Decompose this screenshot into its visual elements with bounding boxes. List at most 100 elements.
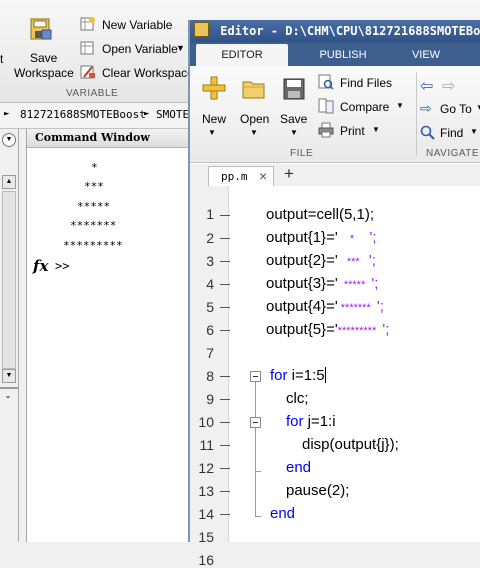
tab-editor[interactable]: EDITOR	[196, 44, 288, 66]
find-dropdown-icon[interactable]: ▼	[470, 127, 478, 136]
close-icon[interactable]: ×	[259, 168, 267, 184]
new-label: New	[202, 112, 227, 126]
breakpoint-marker[interactable]	[220, 445, 230, 446]
line-number: 3	[206, 253, 214, 269]
line-number: 10	[198, 414, 214, 430]
find-label: Find	[440, 126, 464, 140]
string-literal: ***	[337, 256, 369, 268]
breakpoint-marker[interactable]	[220, 330, 230, 331]
save-dropdown-icon[interactable]: ▼	[290, 128, 298, 137]
code-line[interactable]: output{4}=' ******* ';	[266, 298, 384, 315]
clear-workspace-icon	[80, 65, 95, 79]
tab-view[interactable]: VIEW	[396, 44, 456, 66]
tab-publish[interactable]: PUBLISH	[308, 44, 378, 66]
keyword: end	[286, 459, 312, 476]
string-literal: ';	[371, 275, 379, 292]
code-line[interactable]: output{3}=' ***** ';	[266, 275, 378, 292]
code-line[interactable]: output{1}=' * ';	[266, 229, 377, 246]
editor-window-icon	[194, 22, 209, 37]
go-to-dropdown-icon[interactable]: ▼	[476, 103, 480, 112]
code-line[interactable]: end	[270, 505, 295, 522]
command-window[interactable]: Command Window * *** ***** ******* *****…	[26, 129, 189, 542]
navigate-group-label: NAVIGATE	[426, 148, 480, 159]
print-button[interactable]: Print ▼	[318, 122, 408, 140]
clear-workspace-button[interactable]: Clear Workspace	[80, 64, 194, 82]
save-disk-icon	[283, 78, 305, 100]
print-dropdown-icon[interactable]: ▼	[372, 125, 380, 134]
add-tab-icon[interactable]: +	[284, 164, 294, 184]
breakpoint-marker[interactable]	[220, 284, 230, 285]
breadcrumb-arrow-icon[interactable]: ►	[4, 109, 9, 119]
command-window-title: Command Window	[27, 129, 189, 148]
output-line: *	[91, 161, 98, 174]
code-line[interactable]: output{2}=' *** ';	[266, 252, 376, 269]
forward-arrow-icon[interactable]: ⇨	[442, 76, 455, 96]
code-line[interactable]: pause(2);	[286, 482, 349, 499]
breakpoint-marker[interactable]	[220, 376, 230, 377]
open-dropdown-icon[interactable]: ▼	[250, 128, 258, 137]
new-button[interactable]: New ▼	[196, 74, 232, 137]
breakpoint-marker[interactable]	[220, 399, 230, 400]
command-prompt[interactable]: >>	[55, 259, 69, 273]
compare-icon	[318, 98, 334, 114]
code-line[interactable]: disp(output{j});	[302, 436, 399, 453]
breakpoint-marker[interactable]	[220, 468, 230, 469]
save-workspace-button[interactable]: Save Workspace	[12, 16, 74, 82]
magnifier-icon	[420, 125, 435, 140]
breakpoint-marker[interactable]	[220, 215, 230, 216]
find-files-button[interactable]: Find Files	[318, 74, 408, 92]
scrollbar-down-arrow[interactable]: ▼	[2, 369, 16, 383]
code-line[interactable]: clc;	[286, 390, 309, 407]
find-files-icon	[318, 74, 334, 90]
open-variable-label: Open Variable	[102, 42, 178, 56]
breakpoint-marker[interactable]	[220, 307, 230, 308]
breadcrumb-segment[interactable]: 812721688SMOTEBoost	[20, 108, 146, 121]
code-text: pause(2);	[286, 482, 350, 499]
code-fold-toggle[interactable]	[250, 417, 261, 428]
code-line[interactable]: output=cell(5,1);	[266, 206, 374, 223]
save-button[interactable]: Save ▼	[276, 74, 312, 137]
breakpoint-marker[interactable]	[220, 514, 230, 515]
line-number: 8	[206, 368, 214, 384]
back-arrow-icon[interactable]: ⇦	[420, 76, 433, 96]
go-to-icon: ⇨	[420, 100, 432, 116]
panel-divider	[0, 387, 18, 389]
open-variable-dropdown-icon[interactable]: ▼	[176, 43, 185, 53]
code-fold-guide	[255, 382, 256, 516]
scrollbar-up-arrow[interactable]: ▲	[2, 175, 16, 189]
breakpoint-marker[interactable]	[220, 422, 230, 423]
scrollbar-track[interactable]	[2, 191, 16, 369]
compare-button[interactable]: Compare ▼	[318, 98, 408, 116]
code-line[interactable]: for i=1:5	[270, 367, 326, 384]
partial-button-label[interactable]: t	[0, 52, 3, 66]
function-browser-icon[interactable]: fx	[33, 257, 48, 275]
breakpoint-marker[interactable]	[220, 491, 230, 492]
code-line[interactable]: end	[286, 459, 311, 476]
document-tab[interactable]: pp.m ×	[208, 166, 274, 187]
code-editor[interactable]: 1 2 3 4 5 6 7 8 9 10 11 12 13 14 15 16 o…	[190, 186, 480, 568]
code-line[interactable]: for j=1:i	[286, 413, 336, 430]
code-fold-toggle[interactable]	[250, 371, 261, 382]
line-number-gutter: 1 2 3 4 5 6 7 8 9 10 11 12 13 14 15 16	[190, 186, 230, 568]
scrollbar-down-arrow[interactable]: ⌄	[2, 391, 14, 401]
new-dropdown-icon[interactable]: ▼	[208, 128, 216, 137]
code-text: output{3}='	[266, 275, 338, 292]
panel-menu-icon[interactable]: ▼	[2, 133, 16, 147]
code-fold-end	[255, 471, 261, 472]
find-button[interactable]: Find ▼	[420, 124, 480, 142]
save-label: Save	[280, 112, 308, 126]
code-line[interactable]: output{5}='********* ';	[266, 321, 389, 338]
ribbon-separator	[416, 72, 417, 156]
breakpoint-marker[interactable]	[220, 238, 230, 239]
open-button[interactable]: Open ▼	[236, 74, 272, 137]
compare-dropdown-icon[interactable]: ▼	[396, 101, 404, 110]
new-variable-button[interactable]: New Variable	[80, 16, 180, 34]
line-number: 15	[198, 529, 214, 545]
breadcrumb-separator-icon: ►	[144, 109, 150, 119]
open-variable-button[interactable]: Open Variable ▼	[80, 40, 188, 58]
editor-title-bar: Editor - D:\CHM\CPU\812721688SMOTEBoost	[190, 20, 480, 42]
breakpoint-marker[interactable]	[220, 261, 230, 262]
go-to-button[interactable]: ⇨ Go To ▼	[420, 100, 480, 118]
line-number: 13	[198, 483, 214, 499]
breadcrumb-segment[interactable]: SMOTE	[156, 108, 189, 121]
